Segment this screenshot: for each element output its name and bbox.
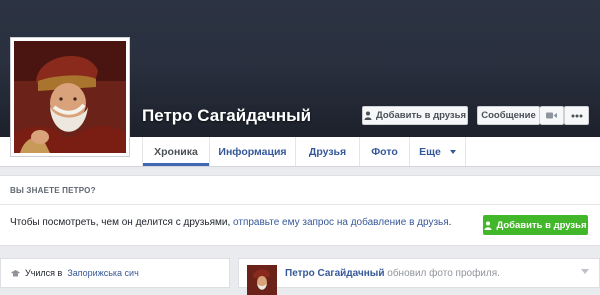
post-action-text: обновил фото профиля. [387, 268, 500, 279]
know-card-text: Чтобы посмотреть, чем он делится с друзь… [10, 217, 451, 228]
post-options-chevron-icon[interactable] [581, 269, 589, 274]
profile-name[interactable]: Петро Сагайдачный [142, 106, 311, 126]
school-link[interactable]: Запорижська сич [67, 268, 138, 278]
know-person-card: ВЫ ЗНАЕТЕ ПЕТРО? Чтобы посмотреть, чем о… [0, 175, 600, 246]
more-options-button[interactable] [564, 106, 589, 125]
studied-at-row: Учился в Запорижська сич [11, 268, 139, 278]
know-card-text-prefix: Чтобы посмотреть, чем он делится с друзь… [10, 217, 234, 228]
know-card-text-suffix: . [448, 217, 452, 228]
add-friend-primary-button[interactable]: Добавить в друзья [483, 215, 588, 235]
add-friend-button[interactable]: Добавить в друзья [362, 106, 468, 125]
tab-timeline-label: Хроника [154, 145, 198, 158]
add-friend-icon [484, 221, 492, 230]
add-friend-primary-label: Добавить в друзья [496, 219, 587, 231]
tab-more[interactable]: Еще [410, 137, 466, 166]
tab-info[interactable]: Информация [210, 137, 296, 166]
post-author-avatar[interactable] [247, 265, 277, 295]
tab-friends[interactable]: Друзья [296, 137, 360, 166]
post-headline: Петро Сагайдачный обновил фото профиля. [285, 268, 500, 279]
chevron-down-icon [449, 149, 456, 154]
know-card-header: ВЫ ЗНАЕТЕ ПЕТРО? [10, 186, 96, 195]
tab-timeline[interactable]: Хроника [142, 137, 210, 166]
post-author-link[interactable]: Петро Сагайдачный [285, 268, 384, 279]
add-friend-label: Добавить в друзья [375, 110, 467, 121]
video-camera-icon [546, 112, 557, 119]
tab-more-label: Еще [419, 145, 441, 158]
send-friend-request-link[interactable]: отправьте ему запрос на добавление в дру… [233, 217, 449, 228]
video-call-button[interactable] [540, 106, 564, 125]
active-tab-indicator [143, 163, 209, 166]
education-icon [11, 269, 20, 277]
tab-photos[interactable]: Фото [360, 137, 410, 166]
profile-portrait-image [14, 41, 126, 153]
card-divider [0, 204, 600, 205]
studied-prefix: Учился в [25, 268, 63, 278]
add-friend-icon [364, 111, 372, 120]
more-dots-icon [571, 114, 583, 118]
intro-box: Учился в Запорижська сич [0, 258, 230, 288]
message-button[interactable]: Сообщение [477, 106, 540, 125]
profile-picture[interactable] [10, 37, 130, 157]
timeline-post: Петро Сагайдачный обновил фото профиля. [238, 258, 600, 295]
